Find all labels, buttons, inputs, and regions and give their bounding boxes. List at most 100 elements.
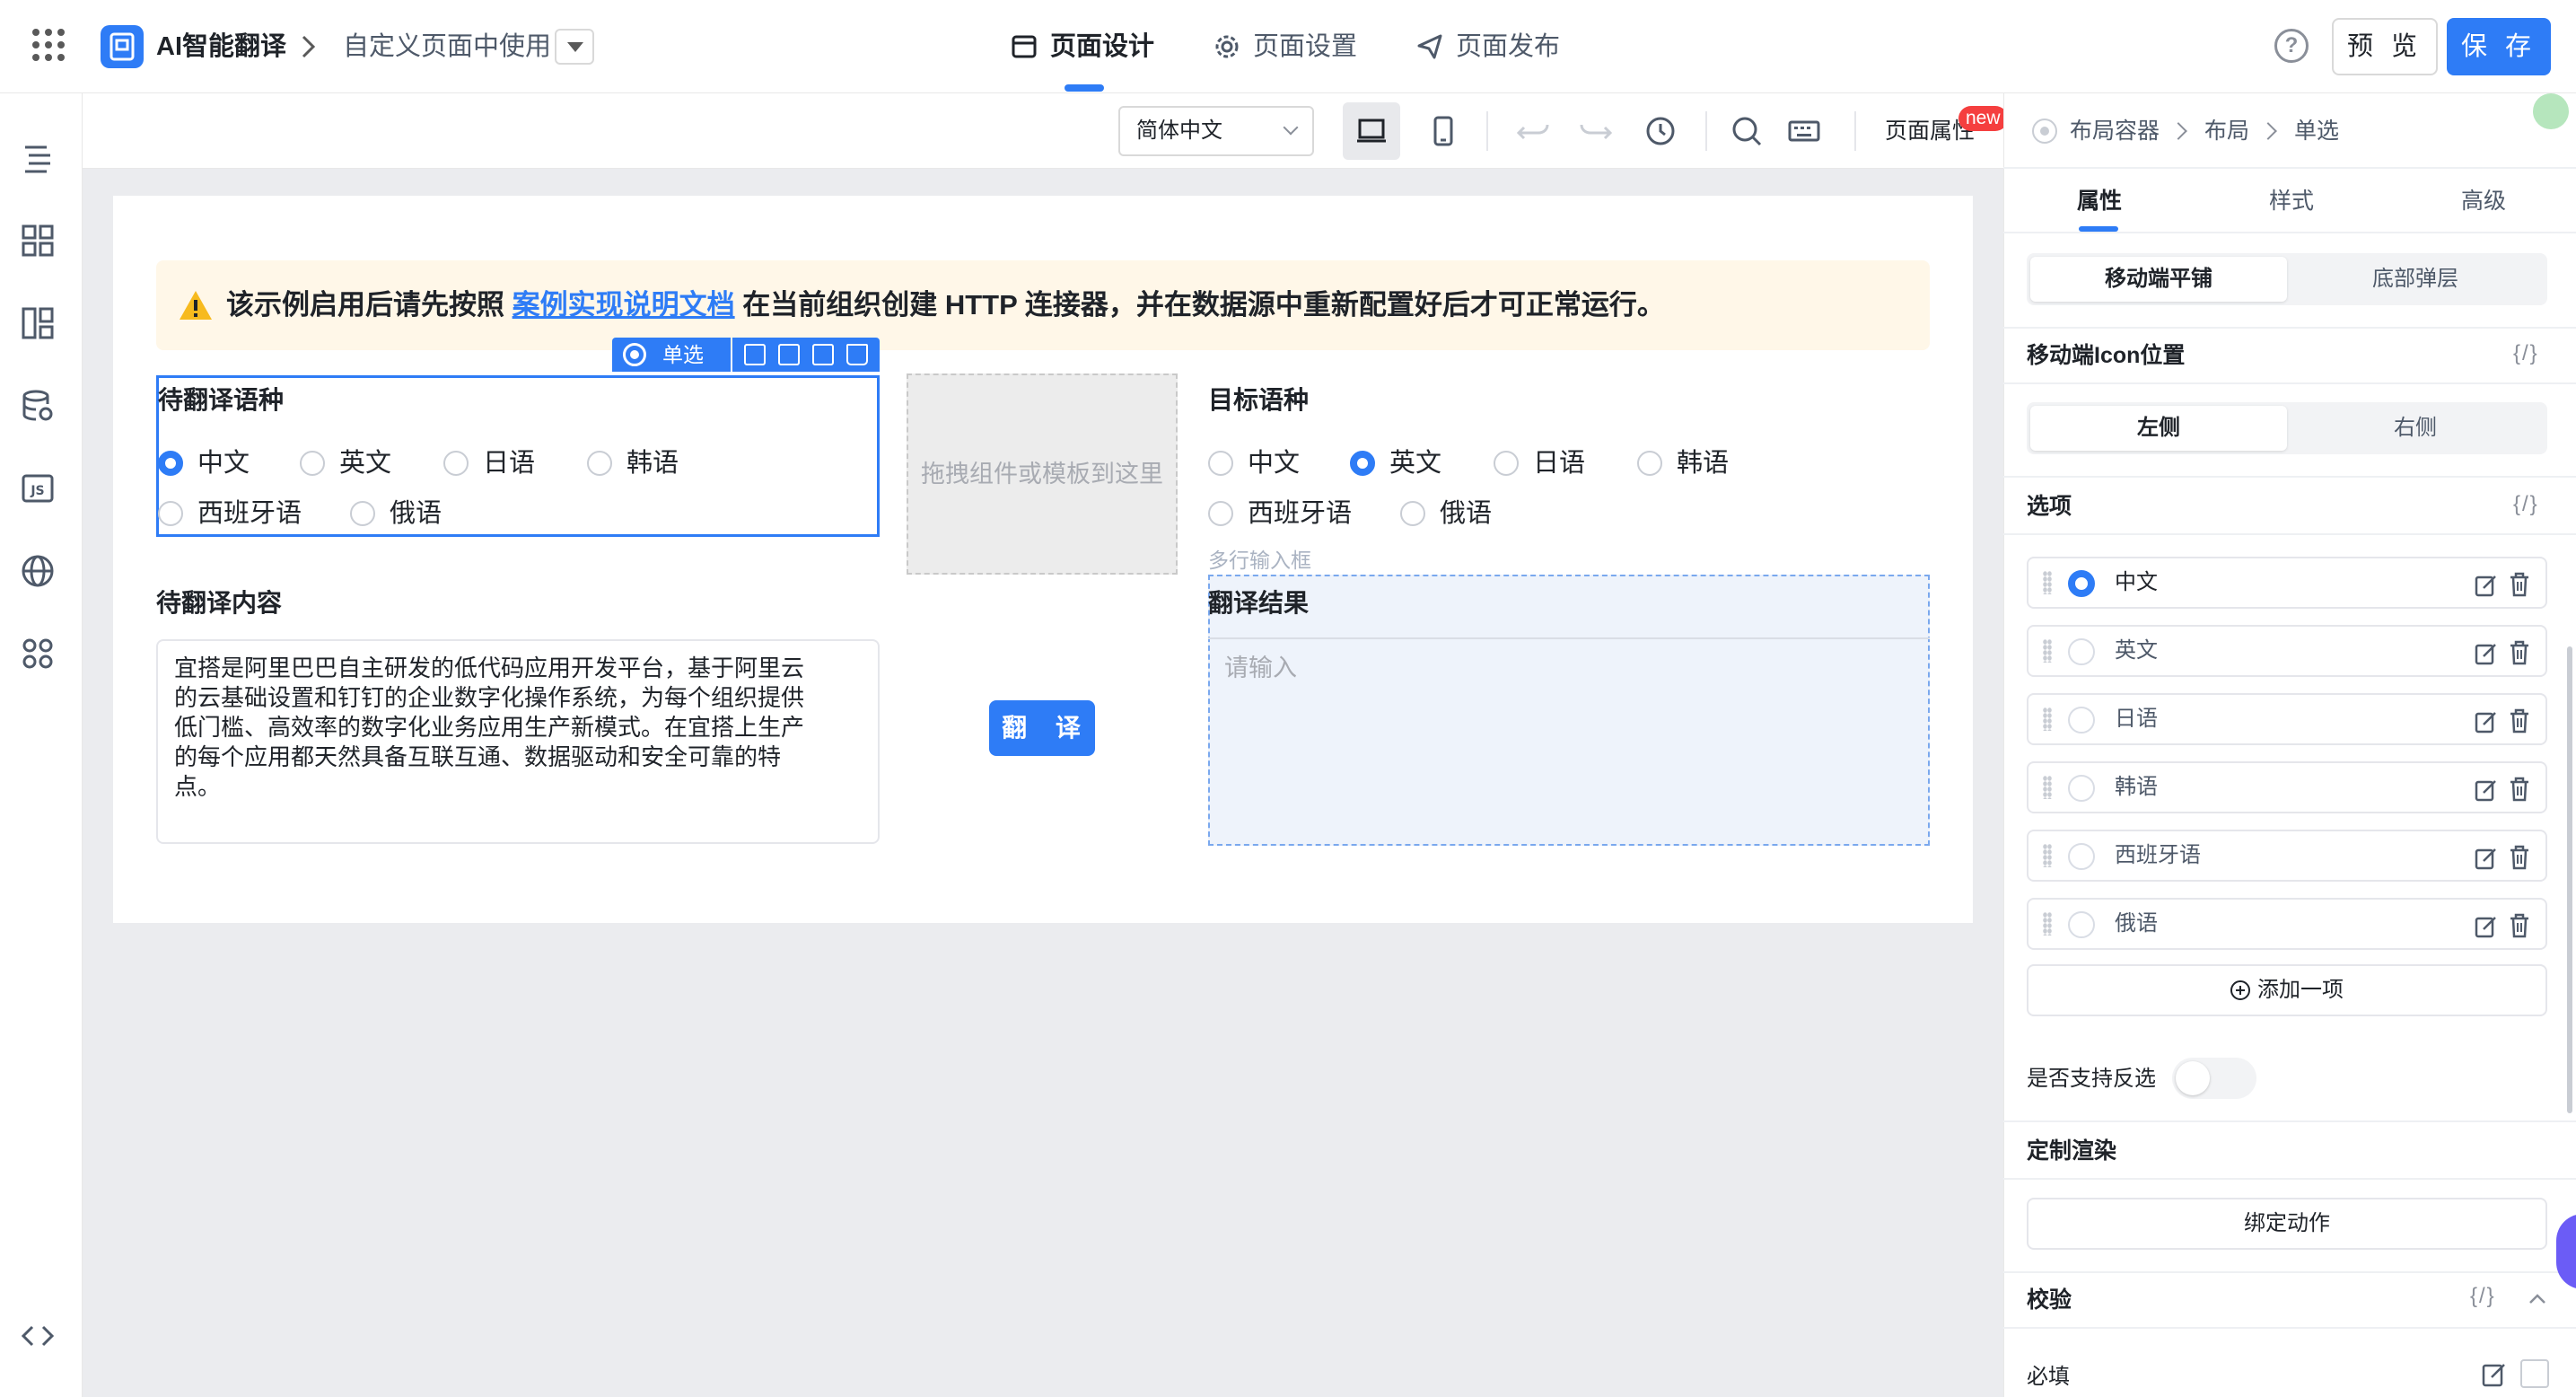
option-row[interactable]: 韩语	[2027, 761, 2547, 813]
selection-tag[interactable]: 单选	[612, 338, 731, 372]
source-content-textarea[interactable]: 宜搭是阿里巴巴自主研发的低代码应用开发平台，基于阿里云 的云基础设置和钉钉的企业…	[156, 639, 880, 844]
components-grid-icon[interactable]	[20, 223, 56, 259]
keyboard-button[interactable]	[1775, 102, 1833, 160]
trash-icon[interactable]	[2508, 707, 2531, 734]
copy-icon[interactable]	[812, 344, 834, 365]
tab-advanced[interactable]: 高级	[2461, 183, 2506, 219]
bind-action-button[interactable]: 绑定动作	[2027, 1198, 2547, 1250]
breadcrumb-item[interactable]: 布局	[2204, 113, 2249, 149]
variable-binding-icon[interactable]: {/}	[2513, 488, 2539, 521]
radio-icon	[1637, 451, 1662, 476]
collaborator-avatar[interactable]	[2533, 93, 2569, 129]
undo-button[interactable]	[1504, 102, 1562, 160]
result-textarea[interactable]	[1208, 637, 1930, 846]
radio-icon[interactable]	[2068, 843, 2095, 870]
edit-icon[interactable]	[2474, 709, 2499, 734]
trash-icon[interactable]	[2508, 639, 2531, 666]
docs-link[interactable]: 案例实现说明文档	[513, 289, 735, 321]
drag-handle-icon[interactable]	[2043, 571, 2052, 594]
trash-icon[interactable]	[2508, 912, 2531, 939]
globe-i18n-icon[interactable]	[20, 553, 56, 589]
edit-icon[interactable]	[2474, 846, 2499, 871]
radio-icon[interactable]	[2068, 911, 2095, 938]
panel-scrollbar[interactable]	[2567, 646, 2572, 1113]
history-button[interactable]	[1632, 102, 1689, 160]
add-sibling-icon[interactable]	[744, 344, 766, 365]
target-option-ko[interactable]: 韩语	[1637, 445, 1729, 481]
radio-icon[interactable]	[2068, 638, 2095, 665]
edit-icon[interactable]	[2474, 641, 2499, 666]
target-option-en[interactable]: 英文	[1350, 445, 1441, 481]
tab-page-settings[interactable]: 页面设置	[1214, 27, 1357, 66]
drag-handle-icon[interactable]	[2043, 912, 2052, 936]
language-select[interactable]: 简体中文	[1118, 106, 1314, 156]
radio-icon[interactable]	[2068, 707, 2095, 734]
add-child-icon[interactable]	[778, 344, 800, 365]
source-option-ja[interactable]: 日语	[443, 445, 535, 481]
allow-deselect-toggle[interactable]	[2172, 1058, 2256, 1099]
tab-page-design[interactable]: 页面设计	[1011, 27, 1154, 66]
desktop-view-button[interactable]	[1343, 102, 1400, 160]
variable-binding-icon[interactable]: {/}	[2513, 338, 2539, 370]
outline-tree-icon[interactable]	[20, 140, 56, 176]
add-option-button[interactable]: 添加一项	[2027, 964, 2547, 1016]
trash-icon[interactable]	[2508, 776, 2531, 803]
source-option-zh[interactable]: 中文	[158, 445, 250, 481]
save-button[interactable]: 保 存	[2447, 18, 2551, 75]
code-brackets-icon[interactable]	[20, 1318, 56, 1354]
edit-icon[interactable]	[2474, 914, 2499, 939]
apps-grid-icon[interactable]	[32, 29, 65, 61]
extensions-icon[interactable]	[20, 636, 56, 672]
translate-button[interactable]: 翻 译	[989, 700, 1095, 756]
edit-icon[interactable]	[2474, 573, 2499, 598]
option-row[interactable]: 英文	[2027, 625, 2547, 677]
page-name[interactable]: 自定义页面中使用	[343, 27, 551, 66]
segment-option[interactable]: 移动端平铺	[2030, 257, 2287, 302]
page-switch-dropdown[interactable]	[555, 29, 594, 65]
chevron-up-icon[interactable]	[2528, 1289, 2547, 1309]
js-code-icon[interactable]: JS	[20, 470, 56, 506]
option-label: 韩语	[2115, 775, 2158, 799]
breadcrumb-item[interactable]: 布局容器	[2070, 113, 2160, 149]
drag-handle-icon[interactable]	[2043, 639, 2052, 663]
segment-option[interactable]: 右侧	[2287, 406, 2544, 451]
required-checkbox[interactable]	[2520, 1359, 2549, 1388]
segment-option[interactable]: 左侧	[2030, 406, 2287, 451]
source-option-en[interactable]: 英文	[300, 445, 391, 481]
trash-icon[interactable]	[2508, 571, 2531, 598]
datasource-database-icon[interactable]	[20, 388, 56, 424]
segment-option[interactable]: 底部弹层	[2287, 257, 2544, 302]
variable-binding-icon[interactable]: {/}	[2470, 1280, 2496, 1313]
option-row[interactable]: 中文	[2027, 557, 2547, 609]
source-option-ko[interactable]: 韩语	[587, 445, 679, 481]
edit-icon[interactable]	[2481, 1361, 2508, 1388]
tab-styles[interactable]: 样式	[2269, 183, 2314, 219]
drag-handle-icon[interactable]	[2043, 776, 2052, 799]
delete-icon[interactable]	[846, 344, 868, 365]
drag-handle-icon[interactable]	[2043, 844, 2052, 867]
edit-icon[interactable]	[2474, 778, 2499, 803]
target-option-es[interactable]: 西班牙语	[1208, 496, 1352, 532]
templates-layout-icon[interactable]	[20, 305, 56, 341]
option-row[interactable]: 俄语	[2027, 898, 2547, 950]
option-row[interactable]: 西班牙语	[2027, 830, 2547, 882]
target-option-ru[interactable]: 俄语	[1400, 496, 1492, 532]
radio-icon[interactable]	[2068, 775, 2095, 802]
tab-page-publish[interactable]: 页面发布	[1416, 27, 1560, 66]
target-option-ja[interactable]: 日语	[1494, 445, 1585, 481]
trash-icon[interactable]	[2508, 844, 2531, 871]
drop-zone[interactable]: 拖拽组件或模板到这里	[907, 373, 1178, 575]
radio-icon[interactable]	[2068, 570, 2095, 597]
source-option-es[interactable]: 西班牙语	[158, 496, 302, 532]
help-icon[interactable]: ?	[2274, 29, 2309, 63]
target-option-zh[interactable]: 中文	[1208, 445, 1300, 481]
preview-button[interactable]: 预 览	[2332, 18, 2438, 75]
source-option-ru[interactable]: 俄语	[350, 496, 442, 532]
search-button[interactable]	[1718, 102, 1775, 160]
drag-handle-icon[interactable]	[2043, 707, 2052, 731]
tab-properties[interactable]: 属性	[2077, 183, 2122, 219]
redo-button[interactable]	[1567, 102, 1625, 160]
option-row[interactable]: 日语	[2027, 693, 2547, 745]
mobile-view-button[interactable]	[1415, 102, 1472, 160]
breadcrumb-item[interactable]: 单选	[2294, 113, 2339, 149]
